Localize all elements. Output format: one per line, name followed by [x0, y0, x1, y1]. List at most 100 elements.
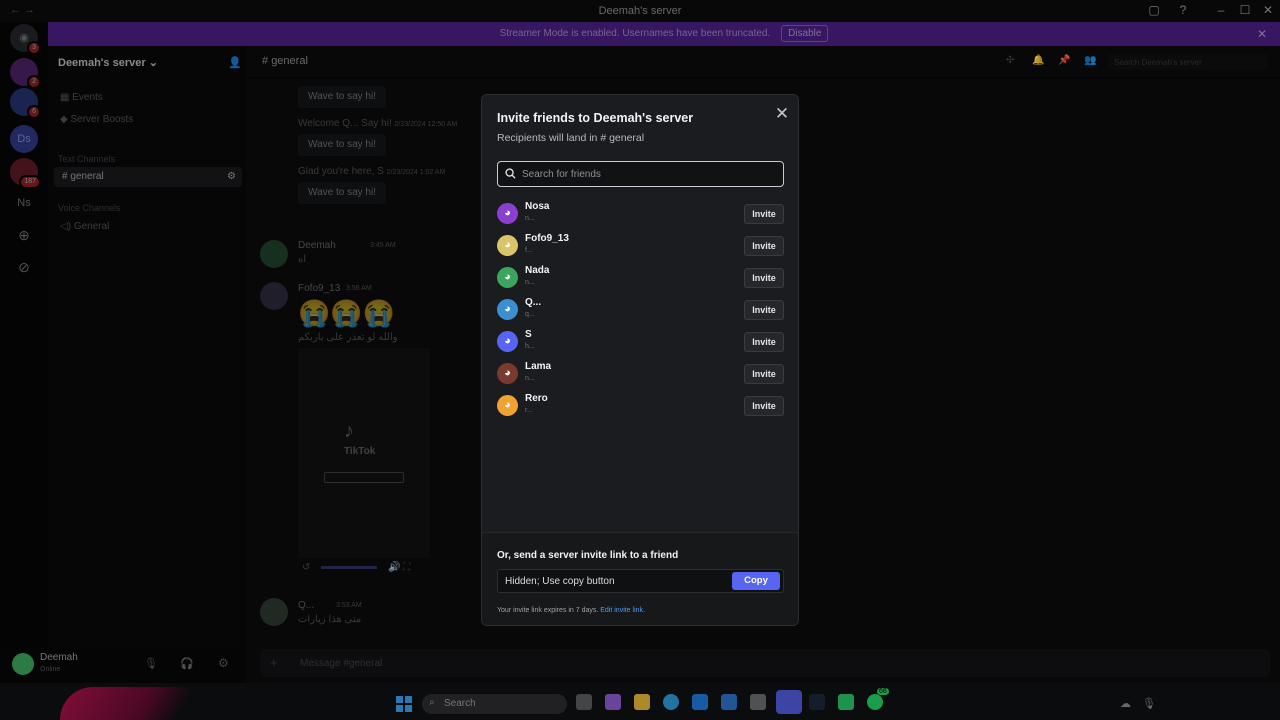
streamer-mode-banner: Streamer Mode is enabled. Usernames have… — [48, 22, 1280, 46]
username: Deemah — [40, 652, 78, 663]
maximize-button[interactable]: ☐ — [1233, 3, 1257, 17]
video-controls[interactable]: ↺ 🔊 ⛶ — [302, 562, 432, 576]
server-badge: 6 — [27, 105, 41, 119]
wave-button[interactable]: Wave to say hi! — [298, 134, 386, 156]
pin-icon[interactable]: 📌 — [1058, 55, 1070, 66]
invite-button[interactable]: Invite — [744, 364, 784, 384]
invite-expiry: Your invite link expires in 7 days. Edit… — [497, 607, 645, 614]
message-author[interactable]: Deemah — [298, 240, 336, 251]
voice-channels-category[interactable]: Voice Channels — [58, 203, 121, 213]
window-titlebar: ← → Deemah's server ▢ ? – ☐ ✕ — [0, 0, 1280, 22]
server-icon-ds[interactable]: Ds — [10, 125, 38, 153]
add-member-icon[interactable]: 👤 — [228, 56, 242, 69]
friend-row: ◕ Lama n... Invite — [497, 359, 784, 389]
wave-button[interactable]: Wave to say hi! — [298, 86, 386, 108]
search-input[interactable] — [522, 166, 772, 182]
app-icon[interactable] — [750, 694, 766, 710]
mic-tray-icon[interactable]: 🎙 — [1142, 697, 1156, 710]
server-search-input[interactable]: Search Deemah's server — [1108, 54, 1268, 70]
network-icon[interactable]: ☁ — [1120, 697, 1131, 710]
sidebar-item-events[interactable]: ▦ Events — [60, 92, 103, 103]
invite-button[interactable]: Invite — [744, 268, 784, 288]
message-author[interactable]: Q... — [298, 600, 314, 611]
sidebar-item-label: Events — [72, 92, 103, 103]
emoji-crying-icon: 😭😭😭 — [298, 298, 396, 328]
invite-link-field[interactable]: Hidden; Use copy button Copy — [497, 569, 784, 593]
invite-button[interactable]: Invite — [744, 204, 784, 224]
windows-start-icon[interactable] — [396, 696, 412, 712]
friend-row: ◕ Rero r... Invite — [497, 391, 784, 421]
banner-text: Streamer Mode is enabled. Usernames have… — [499, 28, 771, 39]
whatsapp-icon[interactable]: 66 — [867, 688, 889, 710]
discord-taskbar-icon[interactable] — [776, 690, 802, 714]
friend-name: S — [525, 329, 532, 340]
server-icon-2[interactable]: 6 — [10, 88, 41, 119]
search-icon: ⌕ — [429, 697, 435, 708]
steam-icon[interactable] — [809, 694, 825, 710]
edit-invite-link[interactable]: Edit invite link. — [600, 607, 645, 614]
inbox-icon[interactable]: ▢ — [1142, 3, 1166, 17]
avatar[interactable] — [260, 598, 288, 626]
members-icon[interactable]: 👥 — [1084, 55, 1096, 66]
message-input[interactable]: Message #general + — [260, 649, 1270, 677]
channel-settings-icon[interactable]: ⚙ — [227, 171, 236, 182]
file-explorer-icon[interactable] — [634, 694, 650, 710]
boost-icon: ◆ — [60, 114, 68, 125]
speaker-icon: ◁) — [60, 221, 72, 232]
sidebar-item-boosts[interactable]: ◆ Server Boosts — [60, 114, 133, 125]
user-settings-icon[interactable]: ⚙ — [218, 656, 229, 670]
add-attachment-icon[interactable]: + — [270, 655, 278, 670]
mail-icon[interactable] — [721, 694, 737, 710]
timestamp: 2/23/2024 12:50 AM — [394, 121, 458, 128]
text-channels-category[interactable]: Text Channels — [58, 154, 115, 164]
app-icon-green[interactable] — [838, 694, 854, 710]
calendar-icon: ▦ — [60, 92, 70, 103]
tiktok-embed[interactable]: ♪ TikTok — [298, 348, 430, 558]
store-icon[interactable] — [692, 694, 708, 710]
avatar: ◕ — [497, 363, 518, 384]
headphones-icon[interactable]: 🎧 — [180, 657, 194, 670]
message-text: اه — [298, 254, 307, 265]
friend-name: Lama — [525, 361, 552, 372]
server-name-header[interactable]: Deemah's server ⌄ — [58, 56, 158, 69]
friend-name: Nada — [525, 265, 550, 276]
server-icon-1[interactable]: 2 — [10, 58, 41, 89]
modal-title: Invite friends to Deemah's server — [497, 111, 694, 125]
avatar[interactable] — [12, 653, 34, 675]
voice-channel-general[interactable]: ◁) General — [60, 221, 109, 232]
invite-button[interactable]: Invite — [744, 236, 784, 256]
taskbar-search[interactable]: ⌕ Search — [422, 694, 567, 714]
message-author[interactable]: Fofo9_13 — [298, 283, 340, 294]
invite-button[interactable]: Invite — [744, 396, 784, 416]
system-text: Welcome Q... Say hi! — [298, 118, 392, 129]
microphone-icon[interactable]: 🎙 — [144, 657, 158, 670]
invite-button[interactable]: Invite — [744, 300, 784, 320]
minimize-button[interactable]: – — [1209, 3, 1233, 17]
server-icon-ns[interactable]: Ns — [10, 189, 38, 217]
help-icon[interactable]: ? — [1171, 3, 1195, 17]
copy-button[interactable]: Copy — [732, 572, 780, 590]
channel-general[interactable]: # general ⚙ — [54, 167, 242, 187]
avatar[interactable] — [260, 240, 288, 268]
copilot-icon[interactable] — [605, 694, 621, 710]
edge-icon[interactable] — [663, 694, 679, 710]
threads-icon[interactable]: ✣ — [1006, 55, 1014, 66]
direct-messages-icon[interactable]: ◉ 3 — [10, 24, 41, 55]
close-icon[interactable]: ✕ — [772, 104, 792, 124]
friend-row: ◕ Q... q... Invite — [497, 295, 784, 325]
avatar[interactable] — [260, 282, 288, 310]
add-server-icon[interactable]: ⊕ — [10, 221, 38, 249]
task-view-icon[interactable] — [576, 694, 592, 710]
close-window-button[interactable]: ✕ — [1256, 3, 1280, 17]
discover-icon[interactable]: ⊘ — [10, 253, 38, 281]
user-status: Online — [40, 666, 61, 673]
subtitle-channel: general — [609, 132, 645, 144]
friend-search[interactable] — [497, 161, 784, 187]
banner-close-icon[interactable]: ✕ — [1257, 22, 1267, 46]
bell-icon[interactable]: 🔔 — [1032, 55, 1044, 66]
wave-button[interactable]: Wave to say hi! — [298, 182, 386, 204]
wallpaper-accent — [60, 687, 210, 720]
server-icon-4[interactable]: 187 — [10, 158, 41, 189]
banner-disable-button[interactable]: Disable — [781, 25, 829, 42]
invite-button[interactable]: Invite — [744, 332, 784, 352]
